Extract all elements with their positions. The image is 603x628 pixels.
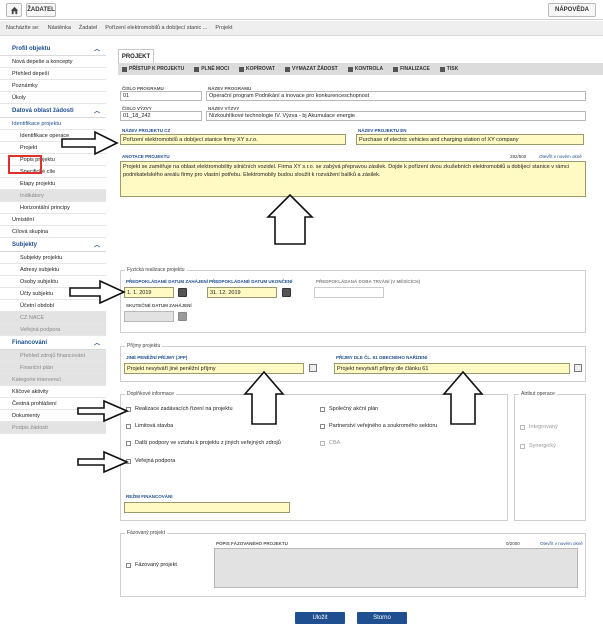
arrow-right-icon (61, 130, 119, 156)
arrow-up-icon (243, 370, 285, 425)
arrow-right-icon (77, 399, 130, 423)
annotation-arrows (61, 130, 484, 474)
arrow-right-icon (69, 279, 126, 305)
arrow-right-icon (77, 450, 130, 474)
arrow-up-icon (442, 370, 484, 425)
arrow-up-icon (266, 193, 314, 245)
